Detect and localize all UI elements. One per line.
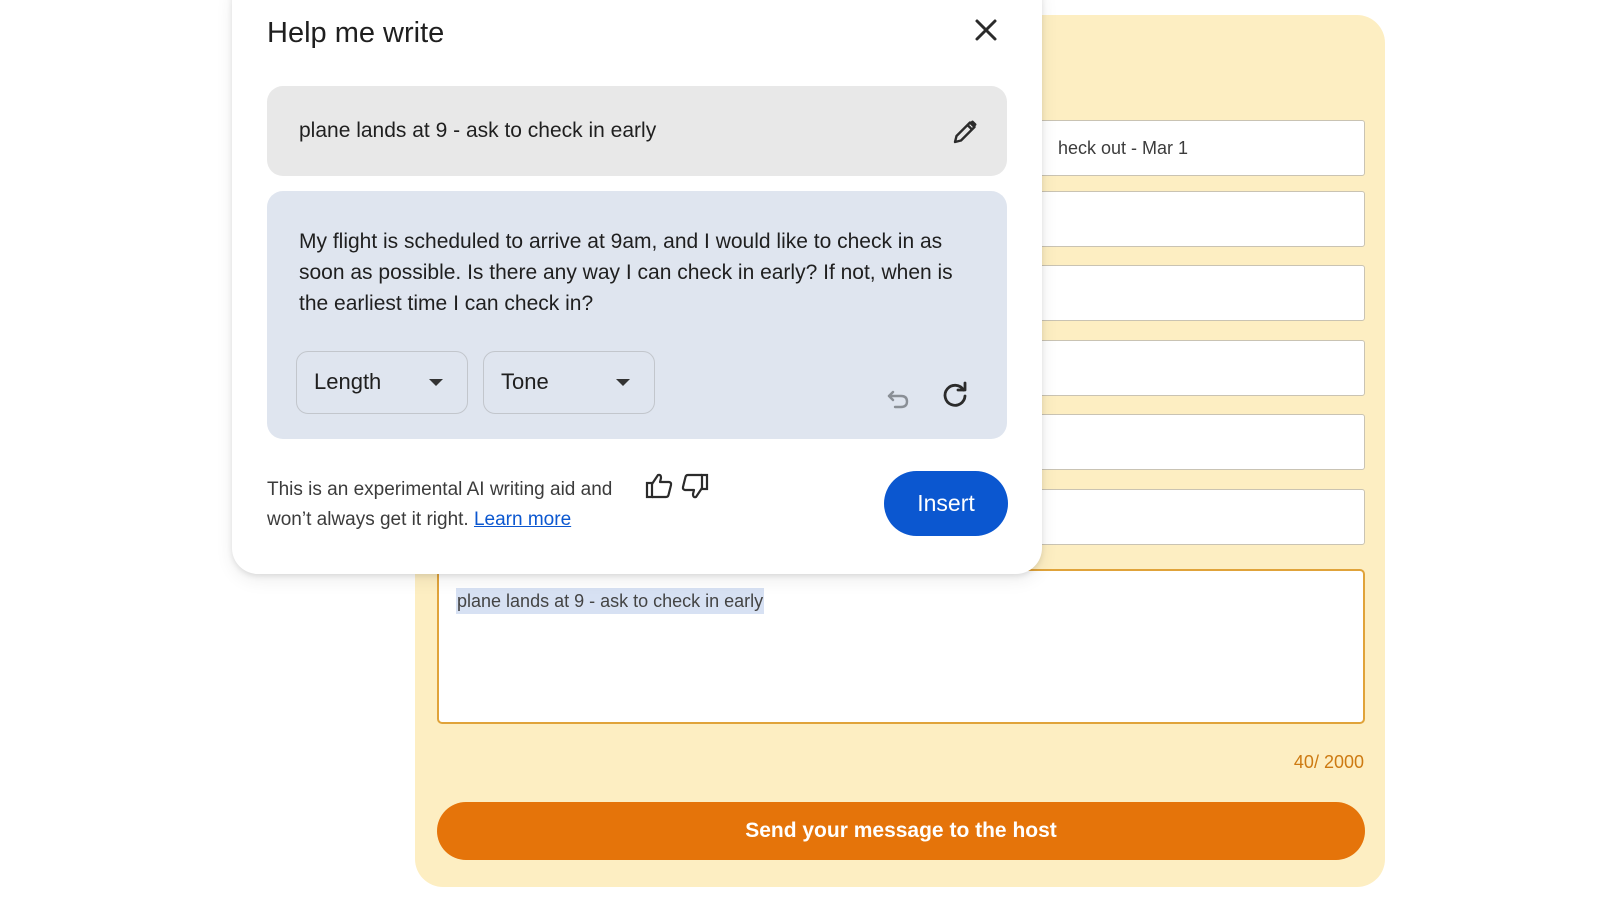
thumbs-up-icon — [645, 473, 673, 499]
tone-label: Tone — [501, 369, 549, 394]
help-me-write-dialog: Help me write plane lands at 9 - ask to … — [232, 0, 1042, 574]
insert-button[interactable]: Insert — [884, 471, 1008, 536]
thumbs-down-icon — [681, 473, 709, 499]
edit-prompt-button[interactable] — [950, 117, 980, 147]
length-label: Length — [314, 369, 382, 394]
pencil-icon — [953, 120, 977, 144]
message-textarea[interactable]: plane lands at 9 - ask to check in early — [437, 569, 1365, 724]
regenerate-button[interactable] — [940, 380, 970, 410]
length-dropdown[interactable]: Length — [296, 351, 468, 414]
thumbs-down-button[interactable] — [680, 471, 710, 501]
message-selected-text: plane lands at 9 - ask to check in early — [456, 588, 765, 614]
prompt-box: plane lands at 9 - ask to check in early — [267, 86, 1007, 176]
chevron-down-icon — [616, 379, 630, 386]
character-counter: 40/ 2000 — [1293, 752, 1364, 772]
undo-icon — [887, 390, 909, 409]
chevron-down-icon — [429, 379, 443, 386]
refresh-icon — [943, 381, 967, 407]
learn-more-link[interactable]: Learn more — [474, 509, 571, 530]
send-message-button[interactable]: Send your message to the host — [437, 802, 1365, 860]
thumbs-up-button[interactable] — [644, 471, 674, 501]
disclaimer: This is an experimental AI writing aid a… — [267, 475, 647, 535]
undo-button[interactable] — [884, 383, 912, 411]
close-icon — [975, 19, 997, 41]
tone-dropdown[interactable]: Tone — [483, 351, 655, 414]
suggestion-box: My flight is scheduled to arrive at 9am,… — [267, 191, 1007, 439]
suggestion-text: My flight is scheduled to arrive at 9am,… — [299, 230, 953, 315]
prompt-text: plane lands at 9 - ask to check in early — [299, 119, 657, 142]
close-button[interactable] — [970, 14, 1002, 46]
dialog-title: Help me write — [267, 17, 445, 49]
